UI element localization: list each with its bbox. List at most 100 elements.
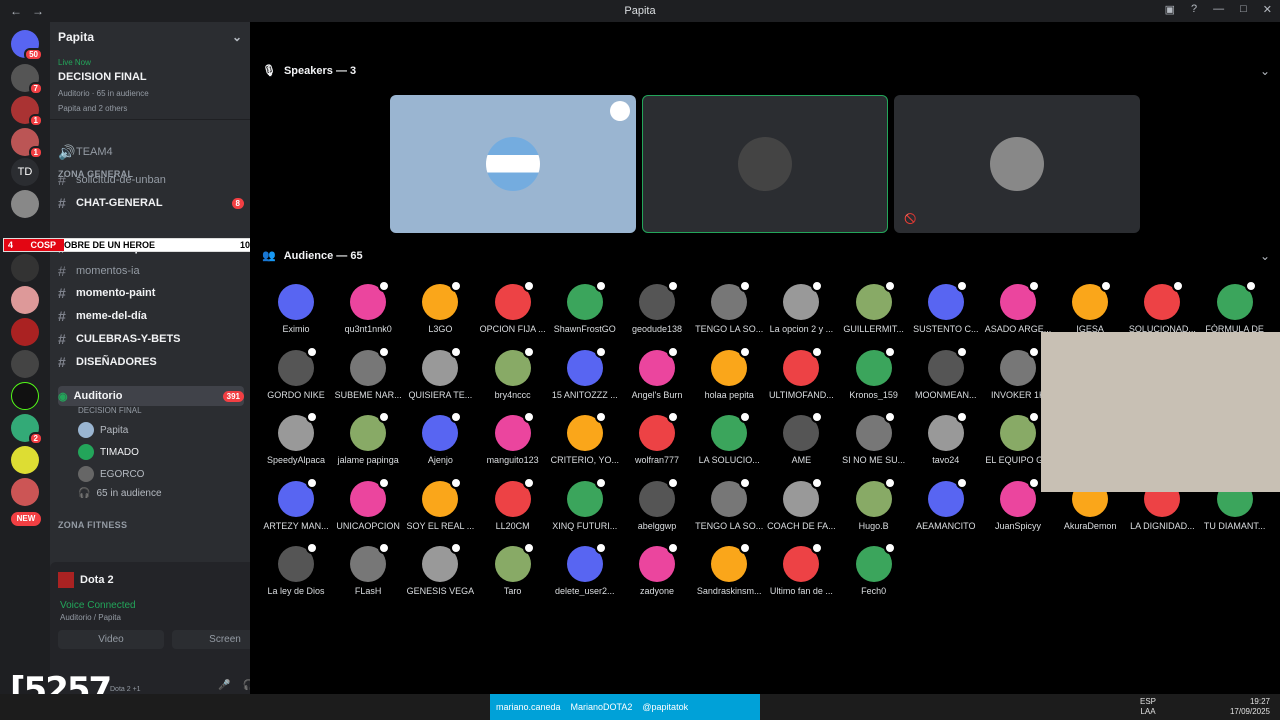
audience-member[interactable]: wolfran777 [621,411,693,465]
help-icon[interactable]: ? [1191,3,1197,16]
channel-item[interactable]: 🔊 TEAM4 [58,142,244,162]
channel-item[interactable]: # solicitud-de-unban [58,170,244,190]
voice-channel-auditorio[interactable]: ◉ Auditorio 391 [58,386,244,406]
category-zona-fitness[interactable]: ZONA FITNESS [58,520,127,530]
audience-member[interactable]: GENESIS VEGA [404,542,476,596]
video-button[interactable]: Video [58,630,164,649]
audience-member[interactable]: ARTEZY MAN... [260,476,332,531]
server-icon[interactable] [11,286,39,314]
screen-button[interactable]: Screen [172,630,250,649]
audience-member[interactable]: abelggwp [621,476,693,531]
maximize-icon[interactable]: □ [1240,3,1247,16]
channel-item[interactable]: # momento-paint [58,283,244,303]
audience-member[interactable]: TENGO LA SO... [693,476,765,531]
audience-member[interactable]: ASADO ARGE... [982,280,1054,334]
audience-member[interactable]: COACH DE FA... [765,476,837,531]
server-header[interactable]: Papita ⌄ [50,22,250,52]
language-indicator[interactable]: ESP LAA [1140,697,1156,717]
audience-member[interactable]: IGESA [1054,280,1126,334]
audience-member[interactable]: GORDO NIKE [260,345,332,400]
channel-item[interactable]: # CULEBRAS-Y-BETS [58,329,244,349]
audience-member[interactable]: SpeedyAlpaca [260,411,332,465]
audience-member[interactable]: ShawnFrostGO [549,280,621,334]
server-icon[interactable]: 7 [11,64,43,95]
direct-messages-icon[interactable]: 50 [11,30,43,61]
headphones-icon[interactable]: 🎧 [243,680,250,691]
audience-member[interactable]: MOONMEAN... [910,345,982,400]
audience-member[interactable]: TENGO LA SO... [693,280,765,334]
audience-header[interactable]: 👥 Audience — 65 [262,249,363,263]
chevron-down-icon[interactable]: ⌄ [1260,64,1270,78]
audience-member[interactable]: Hugo.B [838,476,910,531]
audience-member[interactable]: geodude138 [621,280,693,334]
clock[interactable]: 19:27 17/09/2025 [1222,697,1270,717]
server-icon[interactable]: 1 [11,128,43,159]
channel-item[interactable]: # DISEÑADORES [58,352,244,372]
audience-member[interactable]: Fech0 [838,542,910,596]
speakers-header[interactable]: 🎙 Speakers — 3 [262,64,356,78]
audience-member[interactable]: SOY EL REAL ... [404,476,476,531]
audience-member[interactable]: qu3nt1nnk0 [332,280,404,334]
audience-member[interactable]: LA SOLUCIO... [693,411,765,465]
voice-user[interactable]: EGORCO [78,466,144,482]
audience-member[interactable]: SOLUCIONAD... [1126,280,1198,334]
audience-member[interactable]: SUSTENTO C... [910,280,982,334]
audience-member[interactable]: Taro [477,542,549,596]
audience-member[interactable]: Eximio [260,284,332,334]
audience-member[interactable]: jalame papinga [332,411,404,465]
server-icon[interactable] [11,478,39,506]
audience-member[interactable]: L3GO [404,280,476,334]
audience-member[interactable]: UNICAOPCION [332,476,404,531]
mic-icon[interactable]: 🎤 [218,680,230,691]
audience-member[interactable]: zadyone [621,542,693,596]
channel-item[interactable]: # CHAT-GENERAL 8 [58,193,244,213]
audience-member[interactable]: Angel's Burn [621,345,693,400]
minimize-icon[interactable]: — [1213,3,1224,16]
audience-member[interactable]: manguito123 [477,411,549,465]
speaker-tile[interactable]: 🚫 [894,95,1140,233]
speaker-tile[interactable] [390,95,636,233]
audience-member[interactable]: Ajenjo [404,411,476,465]
chevron-down-icon[interactable]: ⌄ [1260,249,1270,263]
audience-member[interactable]: FLasH [332,542,404,596]
voice-user[interactable]: TIMADO [78,444,139,460]
audience-member[interactable]: Sandraskinsm... [693,542,765,596]
audience-member[interactable]: AME [765,411,837,465]
server-icon[interactable] [11,254,39,282]
server-icon[interactable]: 2 [11,414,43,445]
kick-server-icon[interactable] [11,382,39,410]
audience-member[interactable]: OPCION FIJA ... [477,280,549,334]
server-icon[interactable] [11,318,39,346]
audience-member[interactable]: holaa pepita [693,345,765,400]
audience-member[interactable]: bry4nccc [477,345,549,400]
audience-member[interactable]: 15 ANITOZZZ ... [549,345,621,400]
audience-member[interactable]: AEAMANCITO [910,476,982,531]
audience-member[interactable]: Kronos_159 [838,345,910,400]
audience-member[interactable]: SUBEME NAR... [332,345,404,400]
audience-member[interactable]: ULTIMOFAND... [765,345,837,400]
channel-item[interactable]: # meme-del-día [58,306,244,326]
audience-member[interactable]: GUILLERMIT... [838,280,910,334]
server-icon[interactable]: 1 [11,96,43,127]
channel-item[interactable]: # momentos-ia [58,261,244,281]
chevron-down-icon[interactable]: ⌄ [232,30,242,44]
audience-member[interactable]: FÓRMULA DE [1199,280,1271,334]
audience-member[interactable]: La opcion 2 y ... [765,280,837,334]
server-icon[interactable] [11,190,39,218]
server-icon[interactable] [11,446,39,474]
audience-member[interactable]: delete_user2... [549,542,621,596]
audience-member[interactable]: LL20CM [477,476,549,531]
audience-member[interactable]: SI NO ME SU... [838,411,910,465]
server-icon[interactable] [11,350,39,378]
audience-member[interactable]: XINQ FUTURI... [549,476,621,531]
close-icon[interactable]: ✕ [1263,3,1272,16]
server-folder-icon[interactable]: TD [11,158,39,186]
audience-member[interactable]: La ley de Dios [260,542,332,596]
audience-member[interactable]: QUISIERA TE... [404,345,476,400]
audience-member[interactable]: Ultimo fan de ... [765,542,837,596]
live-stage-card[interactable]: Live Now DECISION FINAL Auditorio · 65 i… [50,52,250,120]
speaker-tile-active[interactable] [642,95,888,233]
voice-user[interactable]: Papita [78,422,128,438]
audience-member[interactable]: tavo24 [910,411,982,465]
audience-member[interactable]: CRITERIO, YO... [549,411,621,465]
